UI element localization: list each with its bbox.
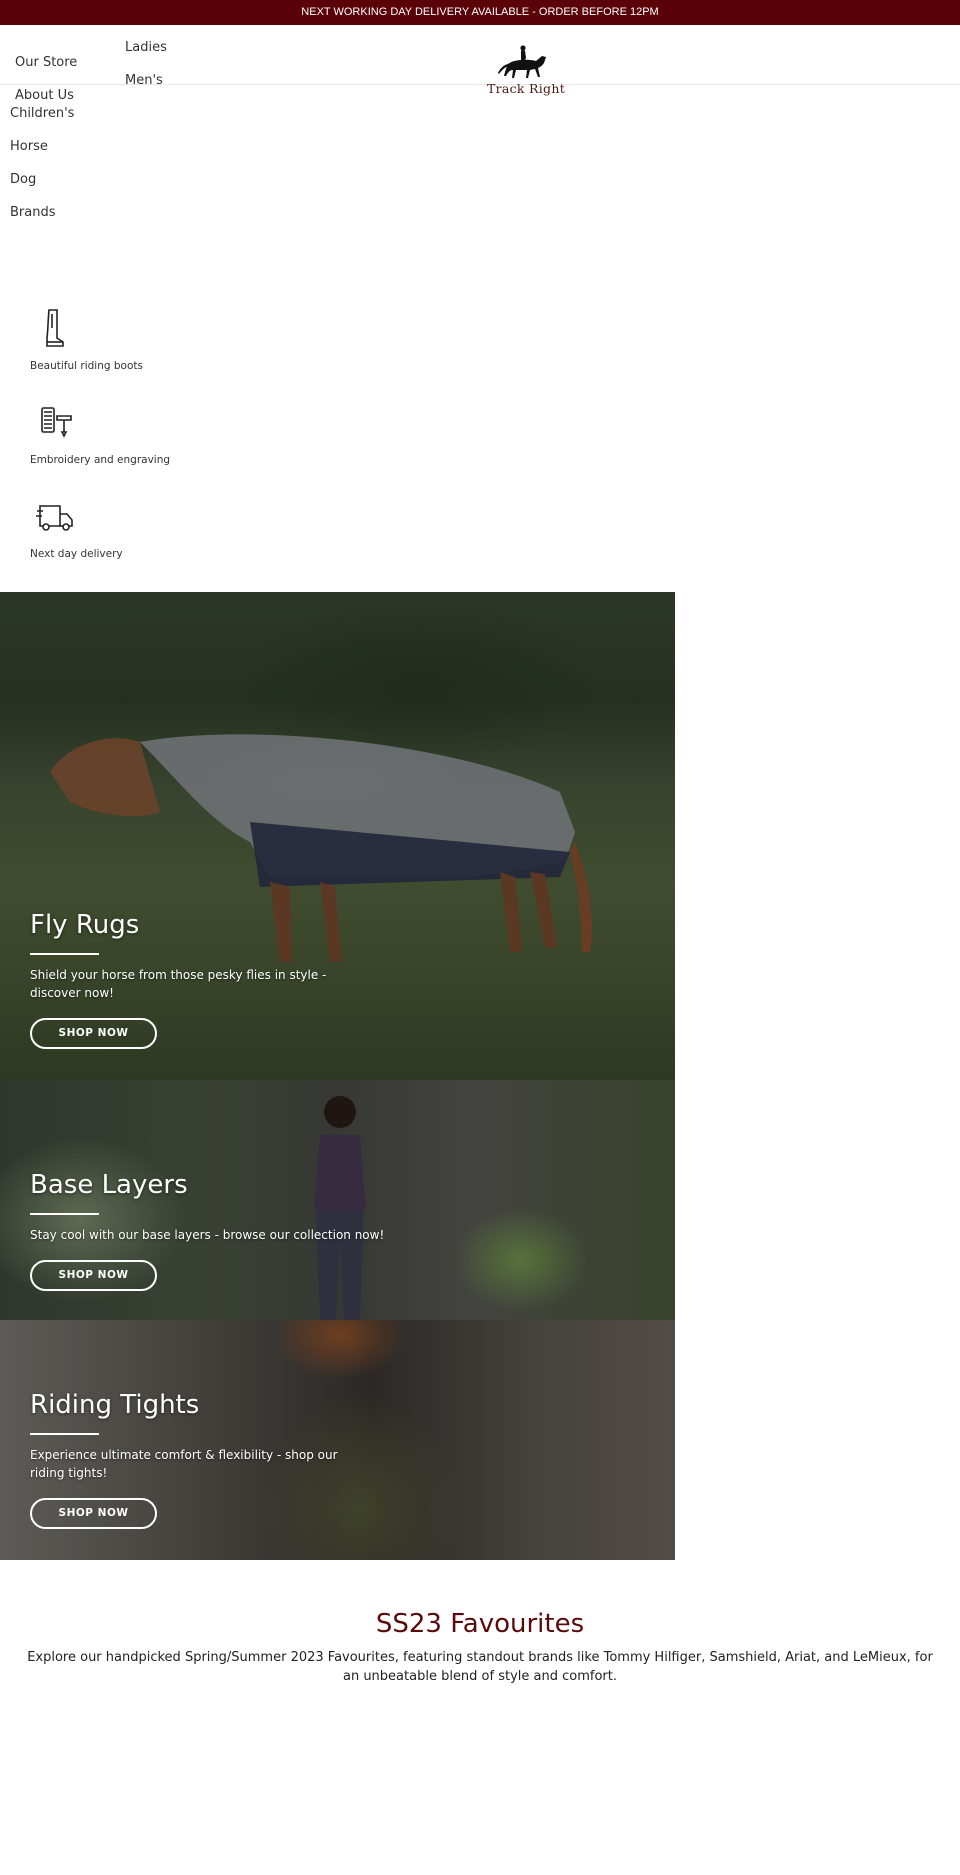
banner-content: Riding Tights Experience ultimate comfor… <box>30 1390 375 1529</box>
nav-about-us[interactable]: About Us <box>15 88 74 103</box>
nav-ladies[interactable]: Ladies <box>125 40 167 55</box>
shop-now-button[interactable]: SHOP NOW <box>30 1498 157 1529</box>
nav-mens[interactable]: Men's <box>125 73 163 88</box>
horse-rider-logo-icon <box>498 45 546 78</box>
banner-text: Stay cool with our base layers - browse … <box>30 1228 385 1242</box>
logo-text: Track Right <box>486 81 566 96</box>
feature-text: Beautiful riding boots <box>30 360 143 372</box>
banner-text: Experience ultimate comfort & flexibilit… <box>30 1448 338 1480</box>
announcement-bar: NEXT WORKING DAY DELIVERY AVAILABLE - OR… <box>0 0 960 25</box>
feature-riding-boots: Beautiful riding boots <box>30 308 290 372</box>
banner-title: Riding Tights <box>30 1390 200 1420</box>
feature-text: Embroidery and engraving <box>30 454 171 466</box>
title-underline <box>30 953 99 955</box>
feature-delivery: Next day delivery <box>30 496 290 560</box>
nav-our-store[interactable]: Our Store <box>15 55 77 70</box>
banner-content: Base Layers Stay cool with our base laye… <box>30 1170 430 1291</box>
embroidery-icon <box>41 407 72 438</box>
shop-now-button[interactable]: SHOP NOW <box>30 1018 157 1049</box>
banner-base-layers: Base Layers Stay cool with our base laye… <box>0 1080 675 1320</box>
banner-text: Shield your horse from those pesky flies… <box>30 968 327 1000</box>
riding-boot-icon <box>46 309 64 347</box>
nav-brands[interactable]: Brands <box>10 205 56 220</box>
delivery-van-icon <box>36 505 73 531</box>
feature-text: Next day delivery <box>30 548 123 560</box>
banner-title: Base Layers <box>30 1170 188 1200</box>
nav-horse[interactable]: Horse <box>10 139 48 154</box>
favourites-title: SS23 Favourites <box>375 1609 585 1639</box>
feature-embroidery: Embroidery and engraving <box>30 402 290 466</box>
banner-riding-tights: Riding Tights Experience ultimate comfor… <box>0 1320 675 1560</box>
title-underline <box>30 1213 99 1215</box>
nav-childrens[interactable]: Children's <box>10 106 74 121</box>
site-logo[interactable]: Track Right <box>478 44 574 102</box>
title-underline <box>30 1433 99 1435</box>
shop-now-button[interactable]: SHOP NOW <box>30 1260 157 1291</box>
nav-dog[interactable]: Dog <box>10 172 36 187</box>
banner-title: Fly Rugs <box>30 910 140 940</box>
banner-content: Fly Rugs Shield your horse from those pe… <box>30 910 375 1049</box>
banner-fly-rugs: Fly Rugs Shield your horse from those pe… <box>0 592 675 1080</box>
favourites-description: Explore our handpicked Spring/Summer 202… <box>27 1650 933 1684</box>
